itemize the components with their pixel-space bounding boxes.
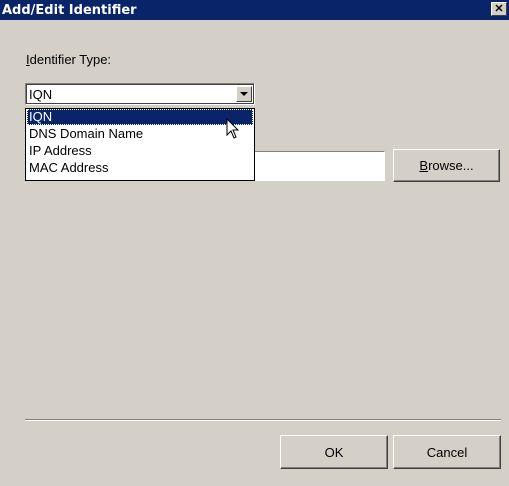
close-icon: ✕ <box>494 2 504 15</box>
dropdown-option-ip-address[interactable]: IP Address <box>27 143 253 159</box>
identifier-type-dropdown-list[interactable]: IQN DNS Domain Name IP Address MAC Addre… <box>25 108 255 181</box>
dropdown-option-mac-address[interactable]: MAC Address <box>27 160 253 176</box>
identifier-type-label-rest: dentifier Type: <box>29 52 112 67</box>
title-bar[interactable]: Add/Edit Identifier ✕ <box>0 0 509 20</box>
add-edit-identifier-dialog: Add/Edit Identifier ✕ Identifier Type: I… <box>0 0 509 486</box>
browse-button[interactable]: Browse... <box>393 149 500 182</box>
browse-label-rest: rowse... <box>428 158 474 173</box>
identifier-type-selected-value: IQN <box>29 87 53 102</box>
browse-mnemonic: B <box>419 158 429 173</box>
dropdown-option-dns-domain-name[interactable]: DNS Domain Name <box>27 126 253 142</box>
dropdown-option-iqn[interactable]: IQN <box>27 109 253 125</box>
identifier-type-select[interactable]: IQN <box>25 83 255 105</box>
chevron-down-icon[interactable] <box>236 86 252 102</box>
close-button[interactable]: ✕ <box>491 2 507 16</box>
dialog-title: Add/Edit Identifier <box>2 2 137 18</box>
identifier-type-label: Identifier Type: <box>26 52 111 67</box>
ok-button[interactable]: OK <box>280 435 388 469</box>
cancel-button[interactable]: Cancel <box>393 435 501 469</box>
footer-separator <box>25 419 501 421</box>
mouse-pointer-icon <box>226 118 240 139</box>
